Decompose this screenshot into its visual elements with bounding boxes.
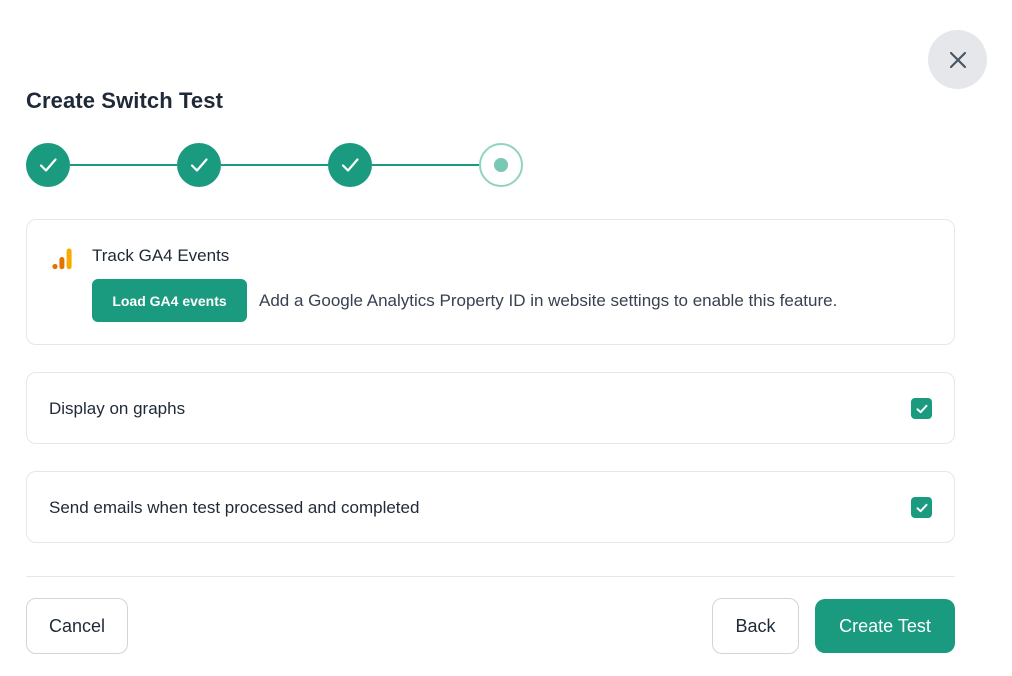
step-4-current <box>479 143 523 187</box>
check-icon <box>916 404 927 413</box>
load-ga4-events-button[interactable]: Load GA4 events <box>92 279 247 322</box>
step-connector <box>372 164 480 166</box>
create-test-button[interactable]: Create Test <box>815 599 955 653</box>
step-1-completed <box>26 143 70 187</box>
ga4-card: Track GA4 Events Load GA4 events Add a G… <box>26 219 955 345</box>
display-on-graphs-label: Display on graphs <box>49 399 186 418</box>
check-icon <box>916 503 927 512</box>
ga4-title: Track GA4 Events <box>92 246 230 265</box>
stepper <box>26 143 523 187</box>
page-title: Create Switch Test <box>26 88 224 113</box>
step-3-completed <box>328 143 372 187</box>
dot-icon <box>494 158 508 172</box>
ga4-help-text: Add a Google Analytics Property ID in we… <box>259 291 838 310</box>
check-icon <box>341 158 359 172</box>
check-icon <box>190 158 208 172</box>
back-button[interactable]: Back <box>712 598 799 654</box>
send-emails-label: Send emails when test processed and comp… <box>49 498 420 517</box>
check-icon <box>39 158 57 172</box>
footer-divider <box>26 576 955 577</box>
display-on-graphs-checkbox[interactable] <box>911 398 932 419</box>
step-connector <box>70 164 177 166</box>
step-connector <box>221 164 328 166</box>
step-2-completed <box>177 143 221 187</box>
display-on-graphs-row[interactable]: Display on graphs <box>26 372 955 444</box>
close-icon <box>949 51 966 68</box>
analytics-bars-icon <box>52 248 72 270</box>
send-emails-checkbox[interactable] <box>911 497 932 518</box>
send-emails-row[interactable]: Send emails when test processed and comp… <box>26 471 955 543</box>
cancel-button[interactable]: Cancel <box>26 598 128 654</box>
close-button[interactable] <box>928 30 987 89</box>
